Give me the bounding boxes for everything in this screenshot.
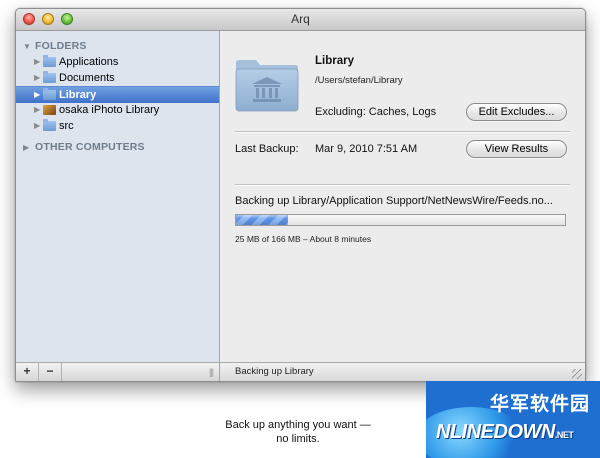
status-bar-text: Backing up Library [235, 366, 314, 377]
other-computers-header[interactable]: ▶ OTHER COMPUTERS [23, 141, 145, 153]
disclosure-open-icon[interactable]: ▼ [23, 42, 35, 51]
library-folder-icon [235, 60, 299, 112]
folder-icon [43, 55, 56, 67]
disclosure-closed-icon[interactable]: ▶ [34, 54, 40, 70]
folders-header[interactable]: ▼ FOLDERS [23, 40, 87, 52]
disclosure-closed-icon[interactable]: ▶ [34, 70, 40, 86]
arq-window: Arq ▼ FOLDERS ▶ Applications ▶ Documents … [15, 8, 586, 382]
sidebar-item-library[interactable]: ▶ Library [16, 86, 219, 103]
sidebar-item-label: osaka iPhoto Library [59, 104, 160, 116]
sidebar-item-iphoto-library[interactable]: ▶ osaka iPhoto Library [16, 102, 219, 118]
disclosure-closed-icon[interactable]: ▶ [23, 143, 35, 152]
sidebar-toolbar: + − ||| [16, 362, 219, 381]
watermark-en-text: NLINEDOWN.NET [436, 421, 574, 443]
status-bar: Backing up Library [220, 362, 585, 381]
caption-line-2: no limits. [276, 433, 320, 445]
sidebar-item-label: src [59, 120, 74, 132]
folder-name: Library [315, 55, 354, 67]
detail-pane: Library /Users/stefan/Library Excluding:… [220, 31, 585, 381]
caption-line-1: Back up anything you want — [225, 419, 371, 431]
folder-icon [43, 71, 56, 83]
onlinedown-watermark: 华军软件园 NLINEDOWN.NET [426, 381, 600, 458]
excludes-summary: Excluding: Caches, Logs [315, 106, 437, 118]
sidebar-item-label: Applications [59, 56, 119, 68]
last-backup-label: Last Backup: [235, 143, 299, 155]
caption: Back up anything you want — no limits. [218, 418, 378, 446]
disclosure-closed-icon[interactable]: ▶ [34, 118, 40, 134]
title-bar[interactable]: Arq [16, 9, 585, 31]
iphoto-icon [43, 105, 56, 115]
divider [235, 184, 570, 186]
view-results-button[interactable]: View Results [466, 140, 567, 158]
backup-progress-bar [235, 214, 566, 226]
last-backup-date: Mar 9, 2010 7:51 AM [315, 143, 418, 155]
sidebar: ▼ FOLDERS ▶ Applications ▶ Documents ▶ Li… [16, 31, 220, 381]
sidebar-item-src[interactable]: ▶ src [16, 118, 219, 134]
add-folder-button[interactable]: + [16, 363, 39, 381]
folder-icon [43, 119, 56, 131]
progress-fill [236, 215, 288, 225]
disclosure-closed-icon[interactable]: ▶ [34, 87, 40, 103]
backup-status-text: Backing up Library/Application Support/N… [235, 195, 553, 207]
sidebar-item-label: Library [59, 89, 97, 101]
resize-grip-icon[interactable] [572, 369, 582, 379]
disclosure-closed-icon[interactable]: ▶ [34, 102, 40, 118]
splitter-grip-icon[interactable]: ||| [209, 367, 214, 377]
sidebar-item-applications[interactable]: ▶ Applications [16, 54, 219, 70]
sidebar-item-documents[interactable]: ▶ Documents [16, 70, 219, 86]
remove-folder-button[interactable]: − [39, 363, 62, 381]
window-title: Arq [291, 12, 310, 26]
divider [235, 131, 570, 133]
progress-detail: 25 MB of 166 MB – About 8 minutes [235, 234, 372, 244]
watermark-cn-text: 华军软件园 [490, 394, 591, 415]
edit-excludes-button[interactable]: Edit Excludes... [466, 103, 567, 121]
sidebar-item-label: Documents [59, 72, 115, 84]
folder-path: /Users/stefan/Library [315, 75, 403, 86]
folder-icon [43, 88, 56, 100]
